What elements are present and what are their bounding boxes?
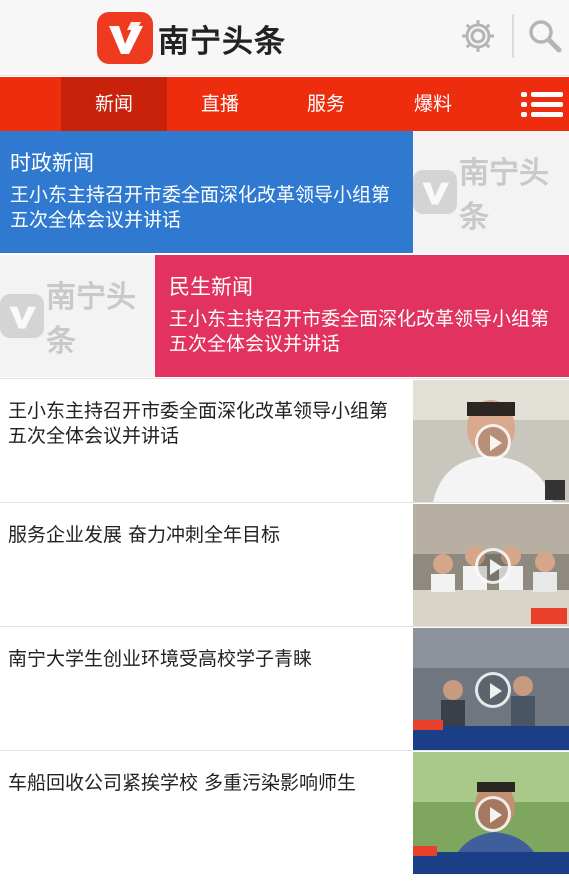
play-icon bbox=[475, 672, 511, 708]
feature-livelihood-text: 民生新闻 王小东主持召开市委全面深化改革领导小组第五次全体会议并讲话 bbox=[155, 255, 569, 377]
list-item[interactable]: 服务企业发展 奋力冲刺全年目标 bbox=[0, 502, 569, 626]
tab-service[interactable]: 服务 bbox=[273, 77, 379, 131]
watermark-logo: 南宁头条 bbox=[0, 272, 155, 360]
logo-v-icon bbox=[97, 12, 153, 64]
tab-headline[interactable]: 头条 bbox=[0, 77, 26, 131]
tab-live[interactable]: 直播 bbox=[167, 77, 273, 131]
feature-category: 时政新闻 bbox=[10, 151, 94, 175]
list-item-title: 南宁大学生创业环境受高校学子青睐 bbox=[8, 648, 313, 670]
app-name: 南宁头条 bbox=[158, 23, 286, 60]
watermark-logo: 南宁头条 bbox=[413, 148, 569, 236]
feature-title: 王小东主持召开市委全面深化改革领导小组第五次全体会议并讲话 bbox=[169, 308, 550, 355]
feature-livelihood[interactable]: 南宁头条 民生新闻 王小东主持召开市委全面深化改革领导小组第五次全体会议并讲话 bbox=[0, 255, 569, 377]
feature-title: 王小东主持召开市委全面深化改革领导小组第五次全体会议并讲话 bbox=[10, 184, 391, 231]
list-item-title: 服务企业发展 奋力冲刺全年目标 bbox=[8, 524, 281, 546]
menu-icon[interactable] bbox=[521, 77, 569, 131]
list-item[interactable]: 南宁大学生创业环境受高校学子青睐 bbox=[0, 626, 569, 750]
logo-v-icon bbox=[413, 170, 457, 214]
tab-news[interactable]: 新闻 bbox=[61, 77, 167, 131]
list-item[interactable]: 王小东主持召开市委全面深化改革领导小组第五次全体会议并讲话 bbox=[0, 378, 569, 502]
play-icon bbox=[475, 796, 511, 832]
feature-category: 民生新闻 bbox=[169, 275, 253, 299]
video-thumbnail[interactable] bbox=[413, 628, 569, 750]
feature-livelihood-image: 南宁头条 bbox=[0, 255, 155, 377]
feature-politics[interactable]: 时政新闻 王小东主持召开市委全面深化改革领导小组第五次全体会议并讲话 南宁头条 bbox=[0, 131, 569, 253]
search-icon[interactable] bbox=[525, 16, 565, 56]
video-thumbnail[interactable] bbox=[413, 380, 569, 502]
play-icon bbox=[475, 548, 511, 584]
logo-v-icon bbox=[0, 294, 44, 338]
app-header: 南宁头条 bbox=[0, 0, 569, 76]
app-logo[interactable]: 南宁头条 bbox=[97, 12, 286, 64]
tab-tips[interactable]: 爆料 bbox=[380, 77, 486, 131]
header-divider bbox=[512, 14, 514, 58]
list-item[interactable]: 车船回收公司紧挨学校 多重污染影响师生 bbox=[0, 750, 569, 888]
feature-politics-text: 时政新闻 王小东主持召开市委全面深化改革领导小组第五次全体会议并讲话 bbox=[0, 131, 413, 253]
play-icon bbox=[475, 424, 511, 460]
list-item-title: 王小东主持召开市委全面深化改革领导小组第五次全体会议并讲话 bbox=[8, 400, 389, 447]
category-nav: 头条 新闻 直播 服务 爆料 本 bbox=[0, 77, 569, 131]
video-thumbnail[interactable] bbox=[413, 752, 569, 874]
feature-politics-image: 南宁头条 bbox=[413, 131, 569, 253]
list-item-title: 车船回收公司紧挨学校 多重污染影响师生 bbox=[8, 772, 357, 794]
gear-icon[interactable] bbox=[458, 16, 498, 56]
video-thumbnail[interactable] bbox=[413, 504, 569, 626]
